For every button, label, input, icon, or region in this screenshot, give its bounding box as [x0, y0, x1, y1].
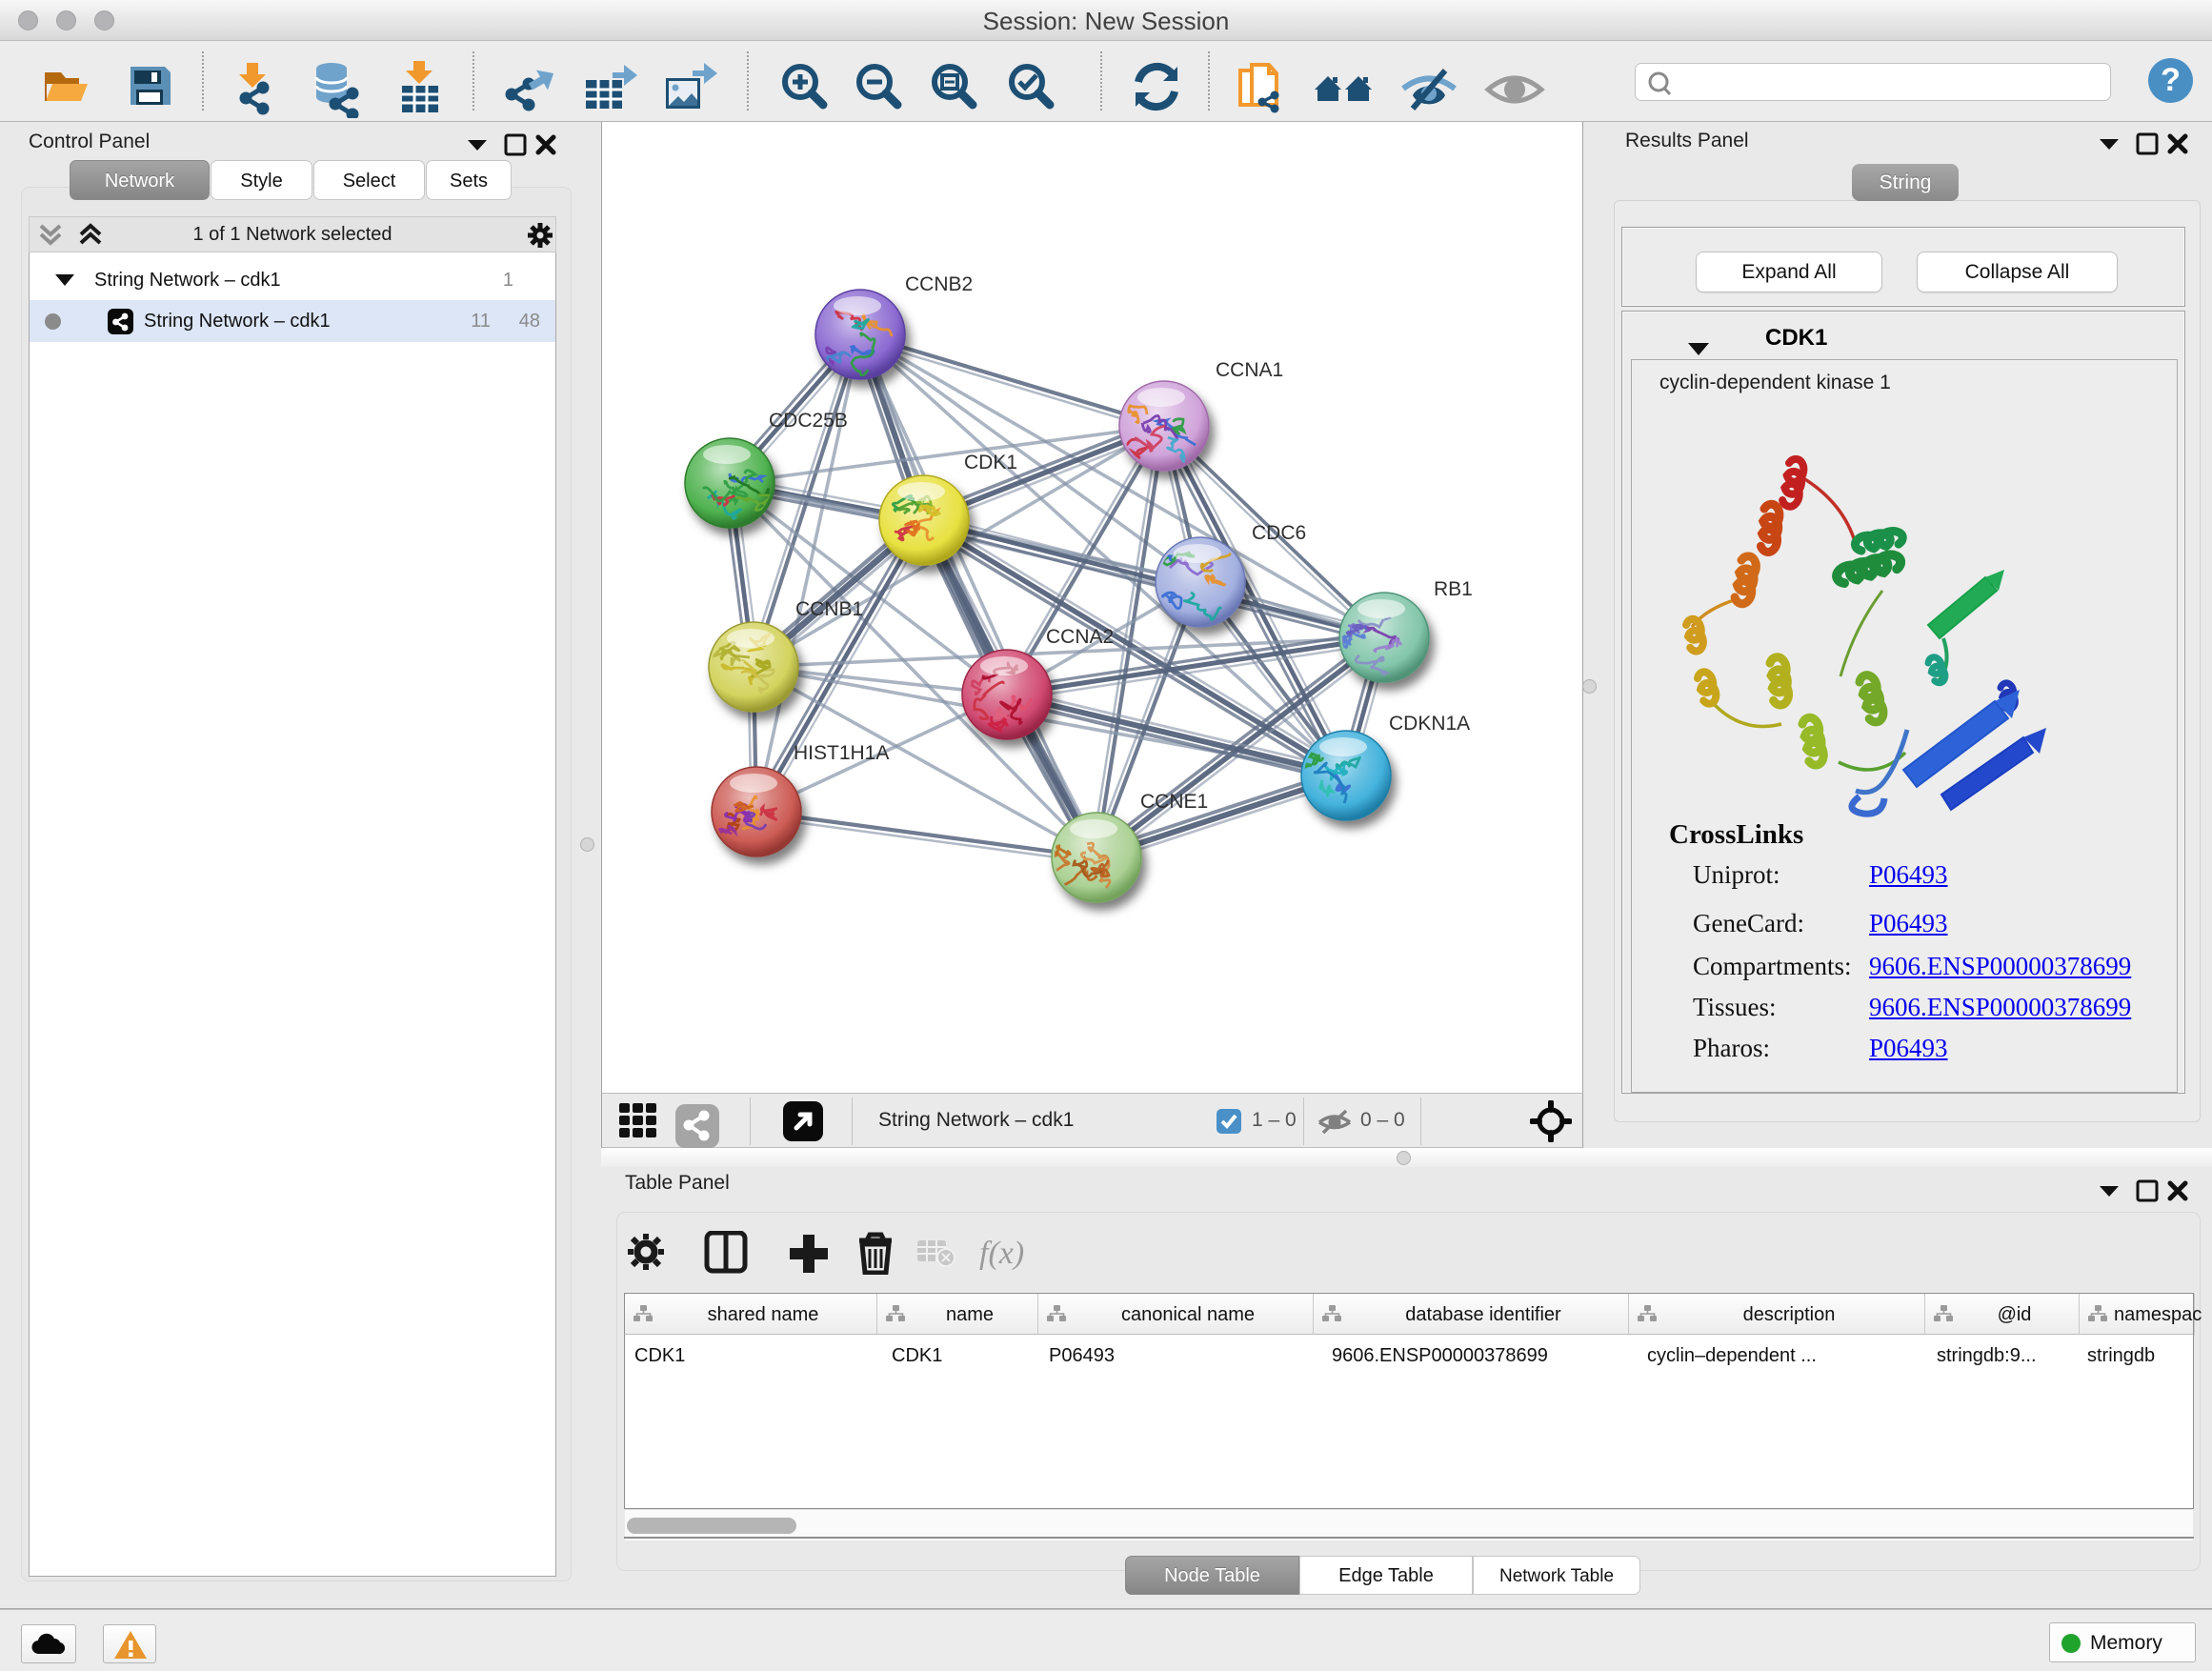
svg-text:HIST1H1A: HIST1H1A [794, 742, 889, 764]
svg-text:CCNB1: CCNB1 [795, 598, 863, 620]
svg-text:CDKN1A: CDKN1A [1389, 713, 1470, 735]
svg-text:CCNE1: CCNE1 [1140, 791, 1208, 813]
svg-text:CDK1: CDK1 [964, 452, 1017, 473]
svg-text:CCNA2: CCNA2 [1046, 626, 1114, 648]
svg-text:CCNA1: CCNA1 [1216, 359, 1283, 381]
svg-text:CDC25B: CDC25B [769, 410, 848, 432]
svg-text:CDC6: CDC6 [1252, 522, 1306, 544]
svg-text:CCNB2: CCNB2 [905, 273, 973, 295]
svg-text:f(x): f(x) [979, 1236, 1024, 1271]
svg-text:RB1: RB1 [1434, 578, 1473, 600]
